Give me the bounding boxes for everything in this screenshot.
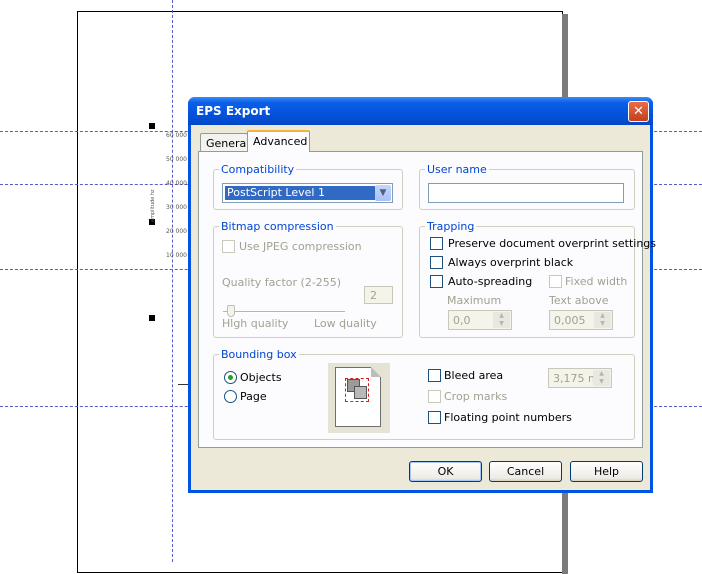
crop-marks-checkbox[interactable]: [428, 390, 441, 403]
floating-point-label: Floating point numbers: [444, 411, 572, 424]
dialog-title: EPS Export: [196, 104, 271, 118]
objects-label: Objects: [240, 371, 282, 384]
help-button[interactable]: Help: [570, 461, 643, 482]
selection-handle[interactable]: [149, 315, 155, 321]
ruler-tick-label: 30 000: [166, 204, 187, 211]
ruler-tick-label: 20 000: [166, 228, 187, 235]
use-jpeg-label: Use JPEG compression: [239, 240, 362, 253]
text-above-spinbox[interactable]: 0,005 ▲ ▼: [549, 310, 613, 330]
tab-general[interactable]: General: [200, 133, 249, 151]
object-shape-icon: [354, 386, 367, 399]
dialog-titlebar[interactable]: EPS Export ✕: [188, 97, 653, 125]
always-overprint-black-label: Always overprint black: [448, 256, 574, 269]
page-label: Page: [240, 390, 267, 403]
maximum-spinbox[interactable]: 0,0 ▲ ▼: [448, 310, 512, 330]
quality-slider-thumb[interactable]: [227, 305, 235, 317]
user-name-input[interactable]: [428, 183, 624, 203]
auto-spreading-checkbox[interactable]: [430, 275, 443, 288]
bleed-area-label: Bleed area: [444, 369, 504, 382]
bitmap-compression-group: Bitmap compression Use JPEG compression …: [213, 220, 403, 338]
bitmap-compression-legend: Bitmap compression: [219, 220, 336, 233]
low-quality-label: Low quality: [314, 317, 377, 330]
maximum-value: 0,0: [453, 314, 471, 327]
eps-export-dialog: EPS Export ✕ General Advanced Compatibil…: [188, 97, 656, 493]
objects-radio[interactable]: [224, 371, 237, 384]
page-radio[interactable]: [224, 390, 237, 403]
bounding-box-group: Bounding box Objects Page Bleed area 3,1…: [213, 348, 635, 440]
user-name-legend: User name: [425, 163, 489, 176]
compatibility-select[interactable]: PostScript Level 1 ▼: [222, 183, 393, 203]
text-above-label: Text above: [549, 294, 609, 307]
trapping-legend: Trapping: [425, 220, 477, 233]
compatibility-group: Compatibility PostScript Level 1 ▼: [213, 163, 403, 210]
ruler-tick-label: 40 000: [166, 180, 187, 187]
spin-arrows-icon[interactable]: ▲ ▼: [493, 312, 510, 328]
dialog-client-area: General Advanced Compatibility PostScrip…: [191, 125, 656, 490]
always-overprint-black-checkbox[interactable]: [430, 256, 443, 269]
high-quality-label: High quality: [222, 317, 289, 330]
quality-factor-label: Quality factor (2-255): [222, 276, 342, 289]
cancel-button[interactable]: Cancel: [489, 461, 562, 482]
bleed-area-value: 3,175 m: [553, 372, 599, 385]
bleed-area-checkbox[interactable]: [428, 369, 441, 382]
text-above-value: 0,005: [554, 314, 586, 327]
ok-button[interactable]: OK: [409, 461, 482, 482]
quality-slider-track[interactable]: [223, 311, 345, 313]
guideline-vertical: [172, 0, 173, 562]
preserve-overprint-label: Preserve document overprint settings: [448, 237, 657, 250]
advanced-tab-panel: Compatibility PostScript Level 1 ▼ User …: [198, 151, 656, 448]
tab-advanced[interactable]: Advanced: [247, 130, 310, 152]
selection-handle[interactable]: [149, 123, 155, 129]
quality-factor-input[interactable]: 2: [364, 286, 393, 304]
ruler-tick-label: 50 000: [166, 156, 187, 163]
auto-spreading-label: Auto-spreading: [448, 275, 533, 288]
compatibility-selected-value: PostScript Level 1: [225, 186, 375, 200]
floating-point-checkbox[interactable]: [428, 411, 441, 424]
ruler-tick-label: 60 000: [166, 132, 187, 139]
spin-arrows-icon[interactable]: ▲ ▼: [594, 312, 611, 328]
ruler-tick-label: 10 000: [166, 252, 187, 259]
spin-arrows-icon[interactable]: ▲ ▼: [593, 370, 610, 386]
bleed-area-spinbox[interactable]: 3,175 m ▲ ▼: [548, 368, 612, 388]
maximum-label: Maximum: [447, 294, 502, 307]
document-preview-icon: [335, 367, 381, 427]
user-name-group: User name: [419, 163, 635, 210]
bounding-box-preview: [328, 363, 390, 433]
crop-marks-label: Crop marks: [444, 390, 508, 403]
fixed-width-checkbox[interactable]: [549, 275, 562, 288]
close-icon[interactable]: ✕: [628, 101, 649, 122]
axis-title: amplitude hz: [150, 189, 156, 222]
trapping-group: Trapping Preserve document overprint set…: [419, 220, 656, 338]
compatibility-legend: Compatibility: [219, 163, 297, 176]
bounding-box-legend: Bounding box: [219, 348, 299, 361]
chevron-down-icon[interactable]: ▼: [375, 185, 391, 201]
page-fold-icon: [371, 367, 381, 377]
use-jpeg-checkbox[interactable]: [222, 240, 235, 253]
fixed-width-label: Fixed width: [565, 275, 628, 288]
preserve-overprint-checkbox[interactable]: [430, 237, 443, 250]
